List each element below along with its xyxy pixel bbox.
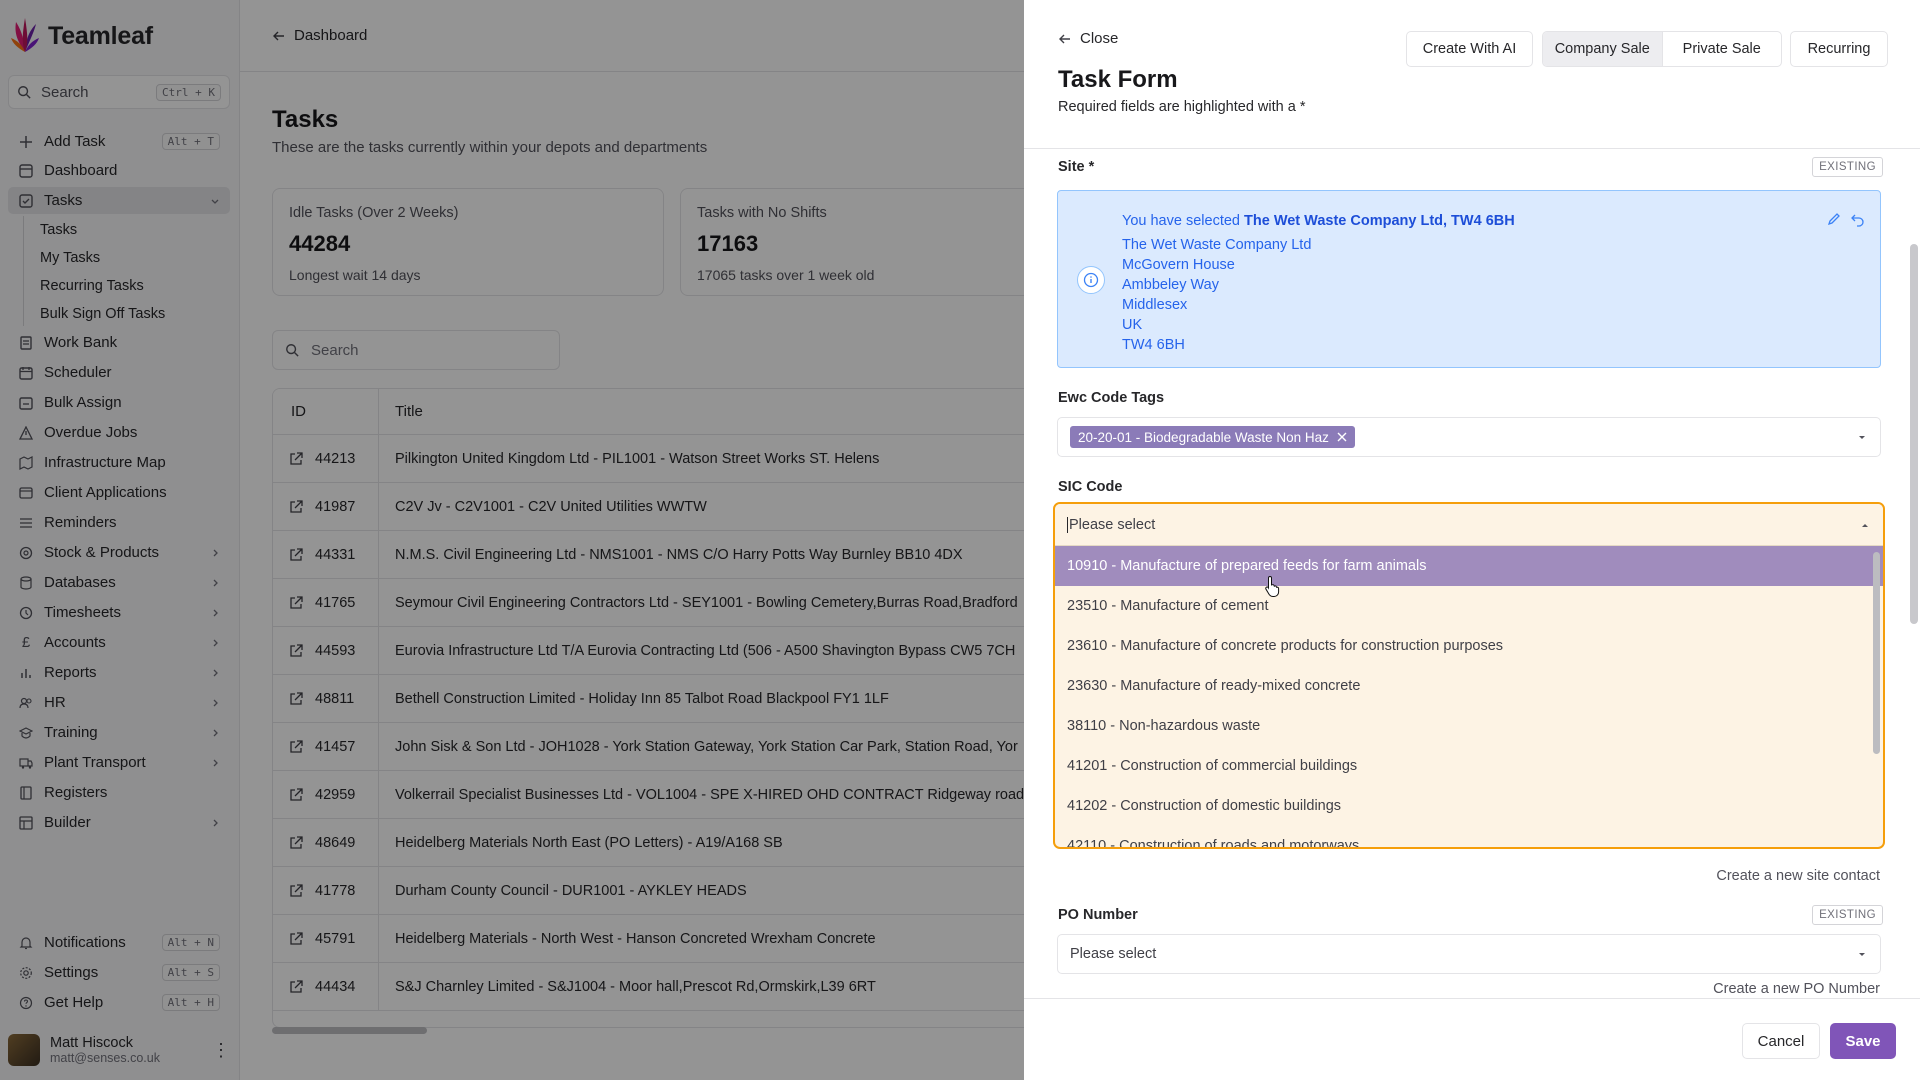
undo-icon[interactable] [1850, 211, 1866, 227]
create-with-ai-button[interactable]: Create With AI [1406, 31, 1533, 67]
close-button[interactable]: Close [1058, 30, 1118, 47]
sic-option[interactable]: 23610 - Manufacture of concrete products… [1055, 626, 1883, 666]
create-site-contact-link[interactable]: Create a new site contact [1716, 868, 1880, 884]
site-address-line: McGovern House [1122, 257, 1235, 273]
po-number-select[interactable]: Please select [1057, 934, 1881, 974]
chevron-down-icon [1856, 431, 1868, 443]
dropdown-scrollbar[interactable] [1873, 552, 1880, 754]
site-selected-line: You have selected The Wet Waste Company … [1122, 211, 1515, 231]
sic-option[interactable]: 41202 - Construction of domestic buildin… [1055, 786, 1883, 826]
form-subtitle: Required fields are highlighted with a * [1058, 99, 1306, 115]
sic-option[interactable]: 42110 - Construction of roads and motorw… [1055, 826, 1883, 847]
sic-option[interactable]: 10910 - Manufacture of prepared feeds fo… [1055, 546, 1883, 586]
selected-site-card: You have selected The Wet Waste Company … [1057, 190, 1881, 368]
sic-option[interactable]: 41201 - Construction of commercial build… [1055, 746, 1883, 786]
cancel-button[interactable]: Cancel [1742, 1023, 1820, 1059]
create-po-number-link[interactable]: Create a new PO Number [1713, 981, 1880, 997]
sic-option[interactable]: 23630 - Manufacture of ready-mixed concr… [1055, 666, 1883, 706]
back-arrow-icon [1059, 34, 1070, 43]
po-existing-badge: EXISTING [1812, 905, 1883, 925]
site-details: You have selected The Wet Waste Company … [1122, 211, 1515, 355]
site-address-line: The Wet Waste Company Ltd [1122, 237, 1312, 253]
sale-type-toggle: Company Sale Private Sale [1542, 31, 1782, 67]
site-address-line: Ambbeley Way [1122, 277, 1219, 293]
sic-option-list: 10910 - Manufacture of prepared feeds fo… [1055, 546, 1883, 847]
task-form-panel: Close Task Form Required fields are high… [1024, 0, 1920, 1080]
hand-cursor-icon [1264, 575, 1282, 597]
ewc-tag-chip: 20-20-01 - Biodegradable Waste Non Haz [1070, 426, 1355, 448]
po-number-label: PO Number [1058, 907, 1138, 923]
chevron-down-icon [1856, 948, 1868, 960]
site-existing-badge: EXISTING [1812, 157, 1883, 177]
remove-tag-icon[interactable] [1337, 432, 1347, 442]
save-button[interactable]: Save [1830, 1023, 1896, 1059]
po-placeholder: Please select [1070, 946, 1157, 962]
company-sale-button[interactable]: Company Sale [1543, 32, 1663, 66]
close-label: Close [1080, 30, 1119, 47]
ewc-tag-label: 20-20-01 - Biodegradable Waste Non Haz [1078, 429, 1329, 445]
site-address-line: TW4 6BH [1122, 337, 1185, 353]
info-icon [1077, 266, 1105, 294]
modal-backdrop[interactable] [0, 0, 1024, 1080]
edit-pencil-icon[interactable] [1826, 211, 1842, 227]
sic-placeholder: Please select [1067, 516, 1156, 533]
header-divider [1024, 148, 1920, 149]
panel-scrollbar[interactable] [1910, 244, 1918, 624]
ewc-code-select[interactable]: 20-20-01 - Biodegradable Waste Non Haz [1057, 417, 1881, 457]
site-address-line: UK [1122, 317, 1143, 333]
recurring-button[interactable]: Recurring [1790, 31, 1888, 67]
private-sale-button[interactable]: Private Sale [1663, 32, 1782, 66]
site-address-line: Middlesex [1122, 297, 1188, 313]
site-selected-prefix: You have selected [1122, 213, 1245, 229]
site-actions [1826, 211, 1866, 227]
site-label: Site * [1058, 159, 1095, 175]
form-title: Task Form [1058, 66, 1178, 93]
sic-code-dropdown: Please select 10910 - Manufacture of pre… [1053, 502, 1885, 849]
sic-option[interactable]: 23510 - Manufacture of cement [1055, 586, 1883, 626]
sic-code-input[interactable]: Please select [1055, 504, 1883, 546]
chevron-up-icon [1859, 519, 1871, 531]
sic-label: SIC Code [1058, 479, 1123, 495]
site-selected-name: The Wet Waste Company Ltd, TW4 6BH [1244, 213, 1515, 229]
ewc-label: Ewc Code Tags [1058, 390, 1165, 406]
sic-option[interactable]: 38110 - Non-hazardous waste [1055, 706, 1883, 746]
form-footer: Cancel Save [1024, 998, 1920, 1080]
